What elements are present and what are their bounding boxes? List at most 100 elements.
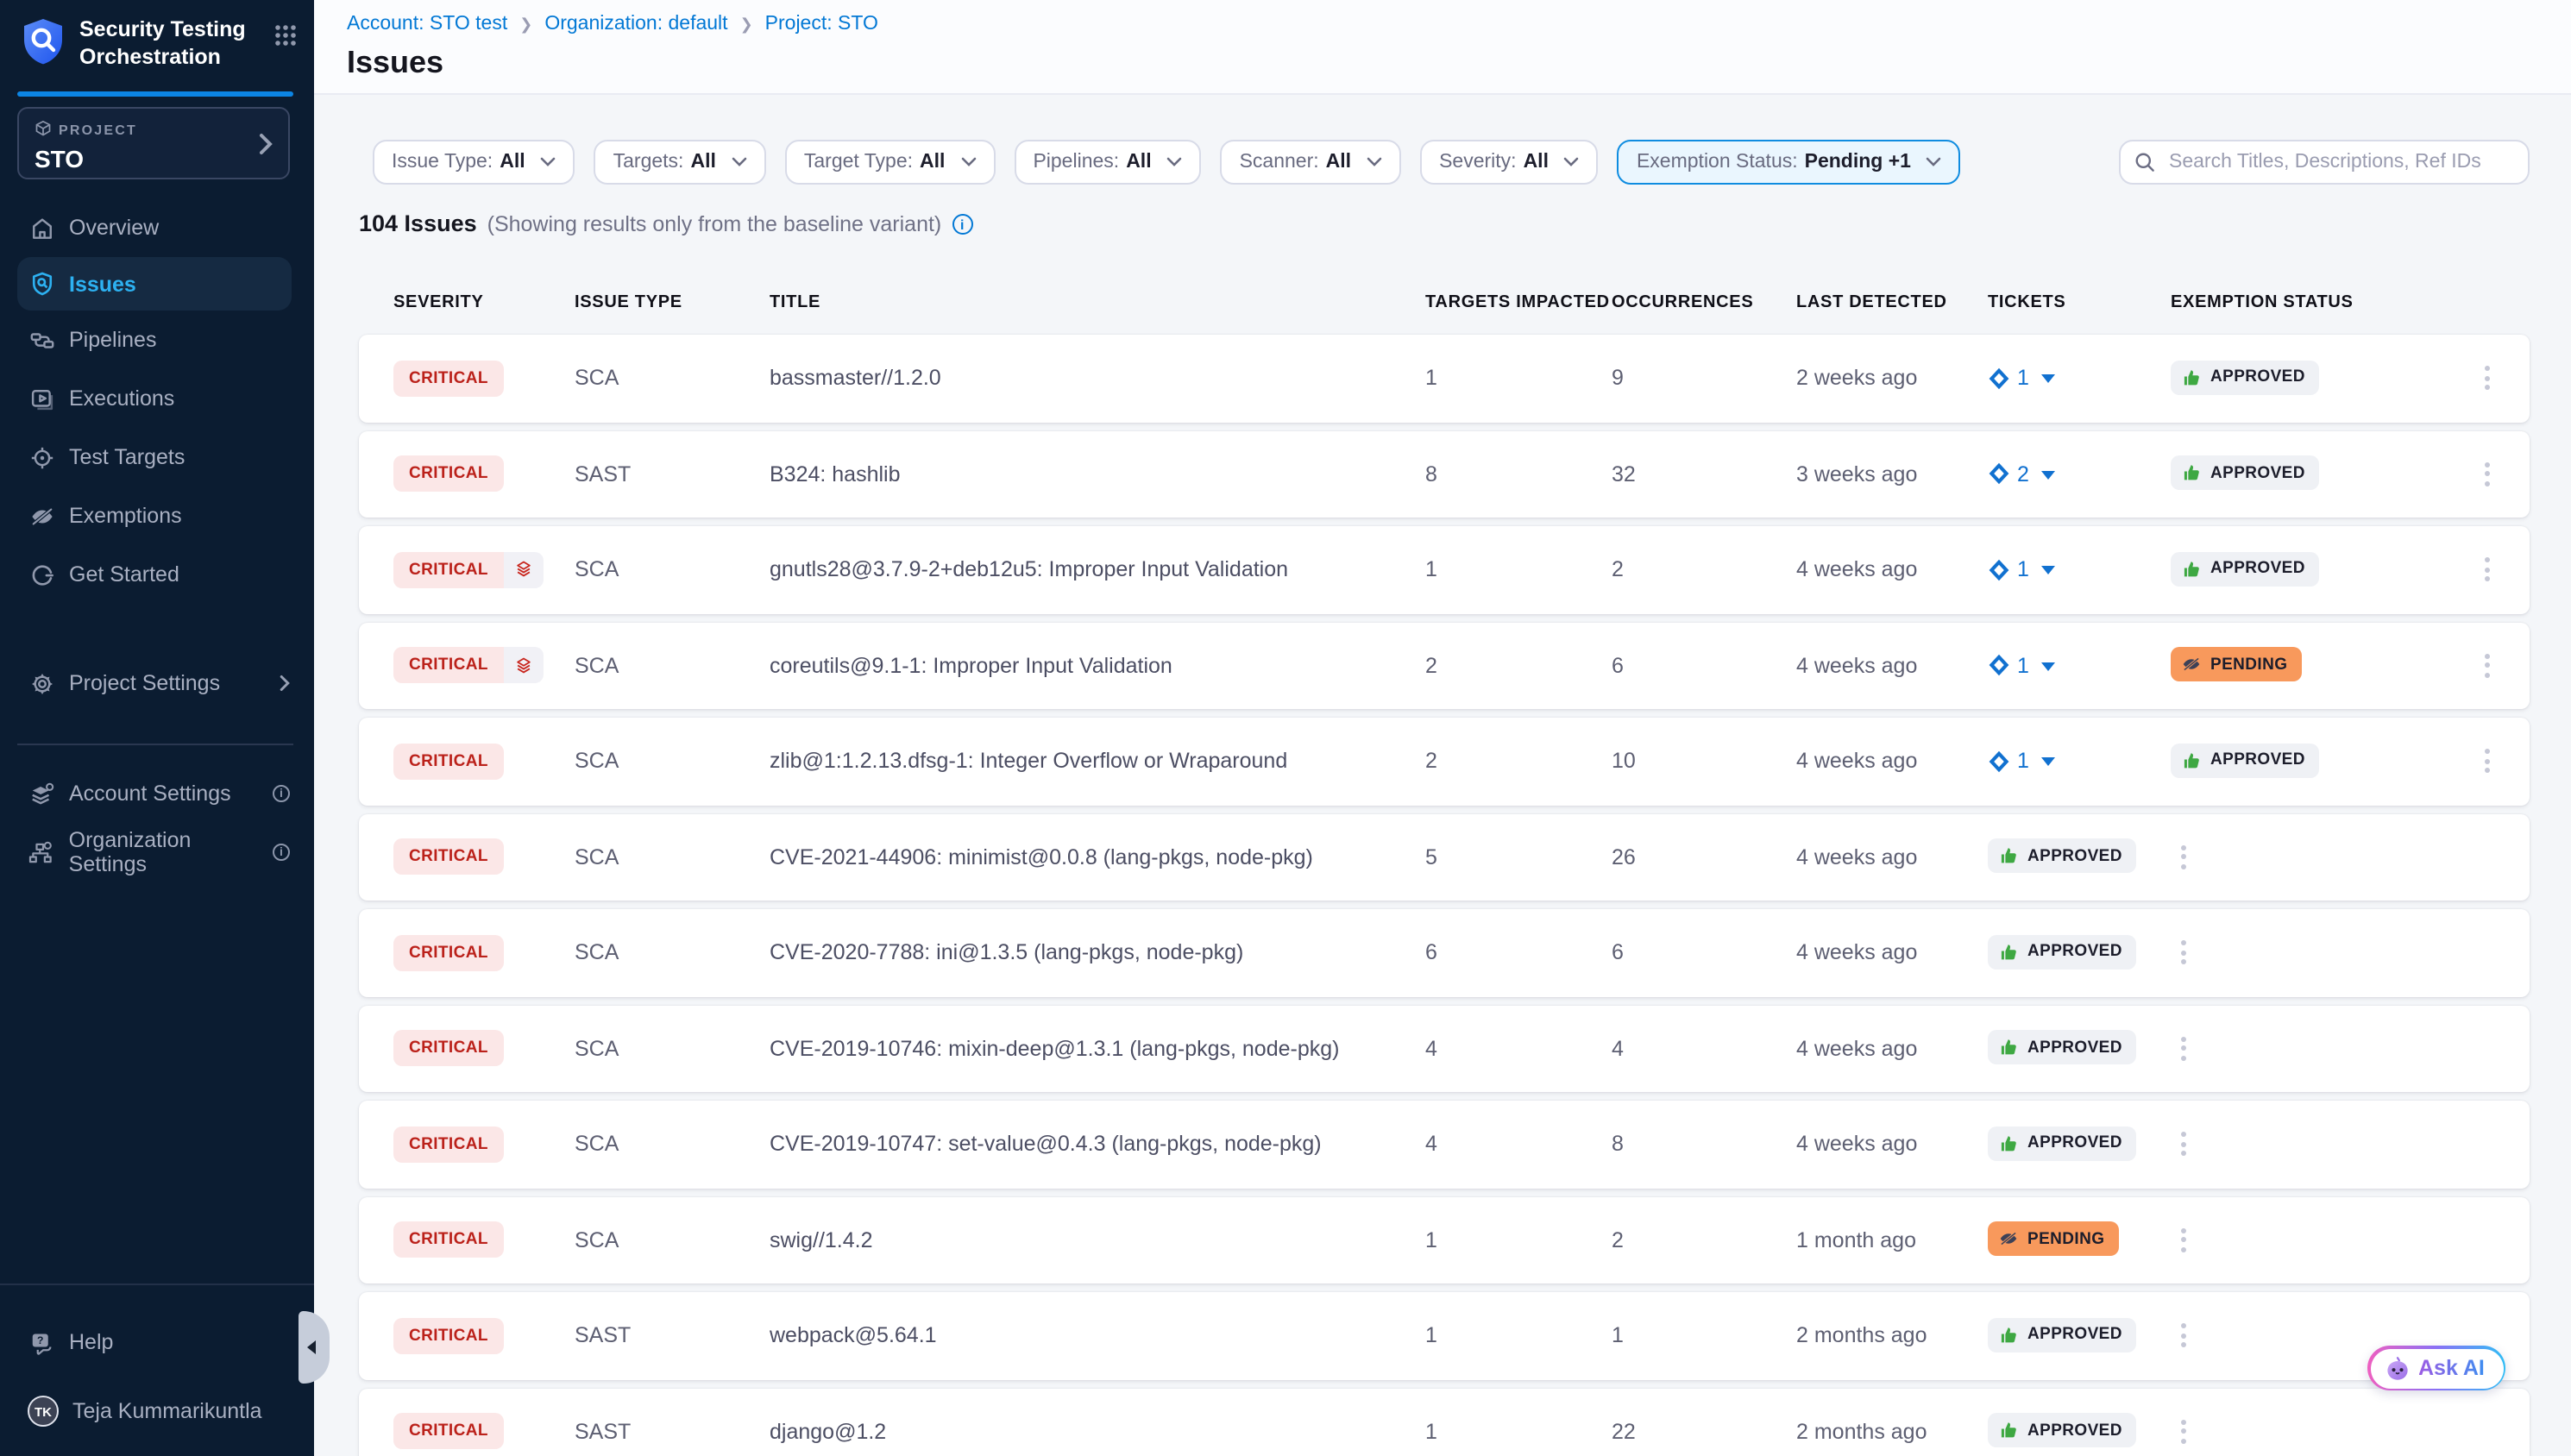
sidebar-header: Security Testing Orchestration	[0, 0, 314, 74]
thumbs-up-icon	[2181, 367, 2202, 388]
filter-dropdown[interactable]: Issue Type: All	[373, 140, 575, 185]
chevron-down-icon	[1367, 157, 1382, 167]
ticket-chip[interactable]: 1	[1988, 558, 2171, 582]
sidebar-item-issues[interactable]: Issues	[17, 257, 292, 311]
targets-impacted: 4	[1425, 1133, 1612, 1157]
row-menu-button[interactable]	[2474, 750, 2499, 774]
issue-row[interactable]: CRITICAL SAST webpack@5.64.1 1 1 2 month…	[359, 1292, 2530, 1379]
row-menu-button[interactable]	[2171, 1420, 2195, 1444]
issue-type: SAST	[575, 1324, 770, 1348]
cube-icon	[35, 119, 52, 141]
filter-value: All	[690, 152, 715, 173]
filter-dropdown[interactable]: Scanner: All	[1221, 140, 1401, 185]
app-root: Security Testing Orchestration PROJECT	[0, 0, 2571, 1456]
gear-icon	[28, 669, 55, 697]
row-menu-button[interactable]	[2171, 845, 2195, 869]
filter-dropdown[interactable]: Severity: All	[1420, 140, 1599, 185]
ticket-chip[interactable]: 2	[1988, 462, 2171, 486]
executions-icon	[28, 385, 55, 412]
ask-ai-button[interactable]: Ask AI	[2367, 1346, 2506, 1390]
sidebar-item-get-started[interactable]: Get Started	[0, 545, 314, 604]
info-icon[interactable]: i	[952, 213, 972, 234]
row-menu-button[interactable]	[2171, 1228, 2195, 1252]
sidebar-item-test-targets[interactable]: Test Targets	[0, 428, 314, 486]
row-menu-button[interactable]	[2474, 367, 2499, 391]
last-detected: 1 month ago	[1796, 1228, 1988, 1252]
issue-row[interactable]: CRITICAL SCA CVE-2021-44906: minimist@0.…	[359, 813, 2530, 901]
sidebar-item-organization-settings[interactable]: Organization Settings i	[0, 823, 314, 882]
chevron-down-icon	[732, 157, 747, 167]
col-last-detected: LAST DETECTED	[1796, 292, 1988, 311]
row-menu-button[interactable]	[2171, 1324, 2195, 1348]
occurrences: 22	[1612, 1420, 1796, 1444]
avatar: TK	[28, 1396, 59, 1427]
row-menu-button[interactable]	[2474, 558, 2499, 582]
severity-badge: CRITICAL	[393, 1222, 504, 1258]
filter-dropdown[interactable]: Pipelines: All	[1014, 140, 1201, 185]
issue-row[interactable]: CRITICAL SAST B324: hashlib 8 32 3 weeks…	[359, 430, 2530, 518]
project-selector[interactable]: PROJECT STO	[17, 107, 290, 179]
breadcrumb-organization[interactable]: Organization: default	[544, 14, 727, 35]
exemption-status-label: APPROVED	[2027, 1039, 2122, 1057]
row-menu-button[interactable]	[2474, 654, 2499, 678]
issue-row[interactable]: CRITICAL SCA bassmaster//1.2.0 1 9 2 wee…	[359, 335, 2530, 422]
severity-badge: CRITICAL	[393, 935, 504, 971]
row-menu-button[interactable]	[2171, 1037, 2195, 1061]
ticket-chip[interactable]: 1	[1988, 654, 2171, 678]
occurrences: 10	[1612, 750, 1796, 774]
sidebar-item-account-settings[interactable]: Account Settings i	[0, 764, 314, 823]
issue-row[interactable]: CRITICAL SCA gnutls28@3.7.9-2+deb12u5: I…	[359, 526, 2530, 613]
issue-row[interactable]: CRITICAL SCA CVE-2019-10747: set-value@0…	[359, 1101, 2530, 1188]
thumbs-up-icon	[1998, 1325, 2019, 1346]
occurrences: 6	[1612, 654, 1796, 678]
breadcrumb-project[interactable]: Project: STO	[765, 14, 878, 35]
breadcrumb-account[interactable]: Account: STO test	[347, 14, 507, 35]
svg-text:?: ?	[36, 1334, 42, 1346]
issue-row[interactable]: CRITICAL SCA CVE-2019-10746: mixin-deep@…	[359, 1005, 2530, 1092]
ticket-chip[interactable]: 1	[1988, 750, 2171, 774]
issue-row[interactable]: CRITICAL SAST django@1.2 1 22 2 months a…	[359, 1388, 2530, 1456]
ticket-chip[interactable]: 1	[1988, 367, 2171, 391]
severity-label: CRITICAL	[393, 456, 504, 493]
project-label-row: PROJECT	[35, 119, 271, 141]
issues-count: 104 Issues	[359, 210, 477, 236]
issue-row[interactable]: CRITICAL SCA CVE-2020-7788: ini@1.3.5 (l…	[359, 909, 2530, 996]
module-grid-icon[interactable]	[274, 24, 297, 55]
row-menu-button[interactable]	[2474, 462, 2499, 486]
sidebar-divider	[17, 744, 293, 745]
occurrences: 8	[1612, 1133, 1796, 1157]
issue-row[interactable]: CRITICAL SCA swig//1.4.2 1 2 1 month ago	[359, 1196, 2530, 1283]
issue-row[interactable]: CRITICAL SCA coreutils@9.1-1: Improper I…	[359, 622, 2530, 709]
severity-label: CRITICAL	[393, 1127, 504, 1163]
col-title: TITLE	[770, 292, 1425, 311]
layers-gear-icon	[28, 780, 55, 807]
sidebar-item-label: Issues	[69, 272, 136, 296]
issue-title: swig//1.4.2	[770, 1228, 1425, 1252]
search-input[interactable]	[2166, 150, 2514, 174]
sidebar-item-help[interactable]: ? Help	[0, 1313, 314, 1371]
exemption-status-badge: APPROVED	[1988, 1318, 2136, 1352]
exemption-status-badge: APPROVED	[2171, 456, 2319, 491]
last-detected: 4 weeks ago	[1796, 558, 1988, 582]
row-menu-button[interactable]	[2171, 941, 2195, 965]
info-icon[interactable]: i	[273, 844, 290, 861]
filter-dropdown[interactable]: Target Type: All	[785, 140, 996, 185]
col-tickets: TICKETS	[1988, 292, 2171, 311]
filter-dropdown[interactable]: Targets: All	[594, 140, 766, 185]
sidebar-item-executions[interactable]: Executions	[0, 369, 314, 428]
targets-impacted: 1	[1425, 558, 1612, 582]
filter-dropdown[interactable]: Exemption Status: Pending +1	[1618, 140, 1961, 185]
sidebar-item-project-settings[interactable]: Project Settings	[0, 654, 314, 712]
exemption-status-badge: PENDING	[1988, 1222, 2118, 1257]
search-box	[2119, 140, 2530, 185]
issue-type: SAST	[575, 1420, 770, 1444]
info-icon[interactable]: i	[273, 785, 290, 802]
sidebar-item-exemptions[interactable]: Exemptions	[0, 486, 314, 545]
row-menu-button[interactable]	[2171, 1133, 2195, 1157]
search-icon	[2134, 152, 2155, 173]
user-menu[interactable]: TK Teja Kummarikuntla	[0, 1390, 314, 1432]
eye-off-icon	[28, 502, 55, 530]
issue-row[interactable]: CRITICAL SCA zlib@1:1.2.13.dfsg-1: Integ…	[359, 718, 2530, 805]
sidebar-item-pipelines[interactable]: Pipelines	[0, 311, 314, 369]
sidebar-item-overview[interactable]: Overview	[0, 198, 314, 257]
